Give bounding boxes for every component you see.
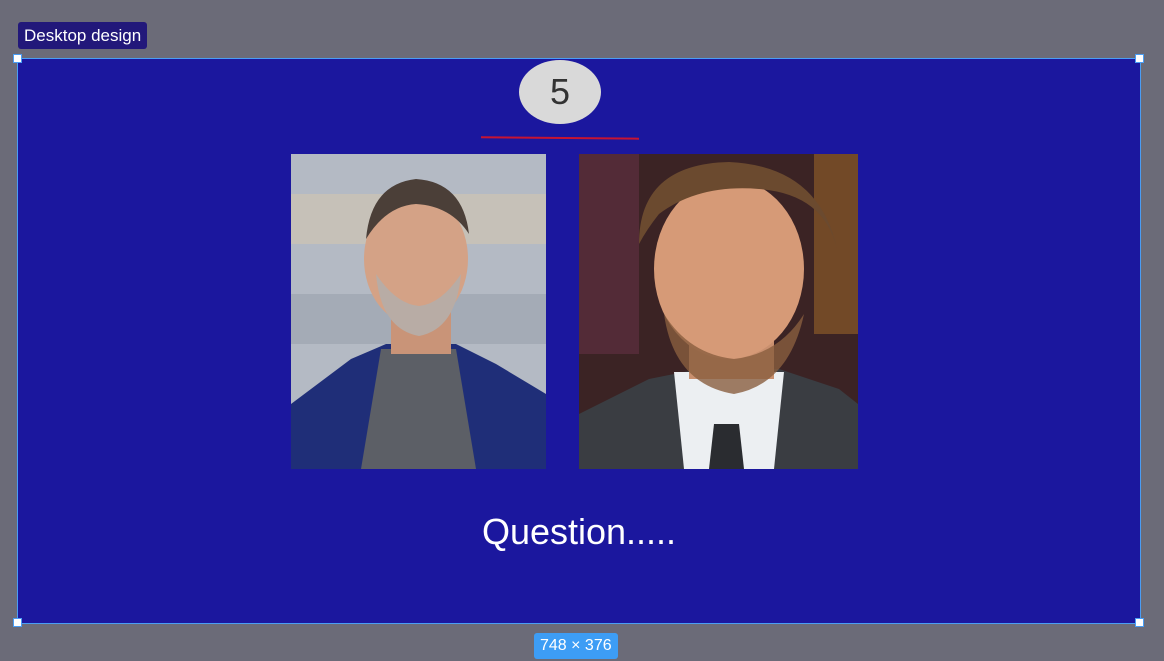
portrait-right-image[interactable] [579, 154, 858, 469]
portrait-right-illustration [579, 154, 858, 469]
resize-handle-bottom-right[interactable] [1135, 618, 1144, 627]
resize-handle-top-left[interactable] [13, 54, 22, 63]
title-underline [480, 136, 640, 140]
desktop-design-frame[interactable]: 5 Question..... [17, 58, 1141, 624]
portrait-left-image[interactable] [291, 154, 546, 469]
resize-handle-top-right[interactable] [1135, 54, 1144, 63]
question-text: Question..... [481, 511, 677, 552]
frame-name-label[interactable]: Desktop design [18, 22, 148, 49]
portrait-left-illustration [291, 154, 546, 469]
frame-dimensions-badge: 748 × 376 [534, 633, 618, 659]
question-number-badge: 5 [519, 60, 601, 124]
resize-handle-bottom-left[interactable] [13, 618, 22, 627]
